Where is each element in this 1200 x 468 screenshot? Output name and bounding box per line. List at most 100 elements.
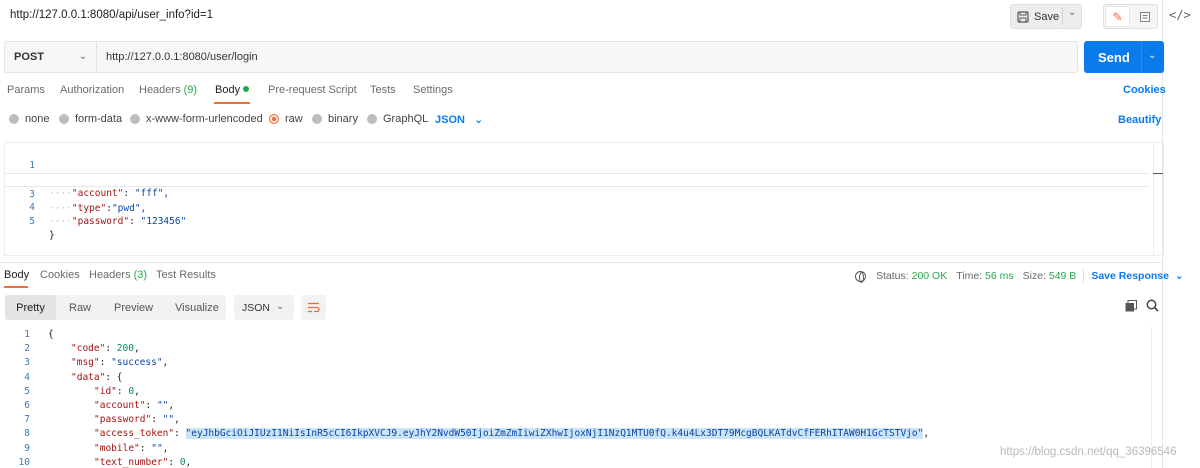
radio-label: raw <box>285 113 303 125</box>
editor-scrollbar[interactable] <box>1153 143 1163 257</box>
radio-circle-icon <box>9 114 19 124</box>
line-number: 8 <box>24 428 30 440</box>
line-number: 4 <box>24 371 30 383</box>
cookies-link[interactable]: Cookies <box>1123 84 1166 96</box>
chevron-down-icon: ⌄ <box>276 301 285 312</box>
json-value: "eyJhbGciOiJIUzI1NiIsInR5cCI6IkpXVCJ9.ey… <box>185 428 924 440</box>
copy-icon[interactable] <box>1125 300 1137 312</box>
code-text: "account": "", <box>94 400 175 411</box>
url-value: http://127.0.0.1:8080/user/login <box>106 51 258 63</box>
size-value[interactable]: 549 B <box>1049 270 1076 282</box>
code-line: 3 "msg": "success", <box>0 356 1145 370</box>
time-label: Time: <box>956 270 983 282</box>
send-divider <box>1141 41 1142 73</box>
url-input[interactable]: http://127.0.0.1:8080/user/login <box>96 41 1078 73</box>
response-status-bar: Status: 200 OK Time: 56 ms Size: 549 B S… <box>855 269 1184 283</box>
chevron-down-icon: ⌄ <box>474 114 484 126</box>
body-type-selector: none form-data x-www-form-urlencoded raw… <box>0 113 1162 129</box>
pencil-icon[interactable]: ✎ <box>1105 6 1130 27</box>
code-text: "id": 0, <box>94 385 140 397</box>
send-options-chevron-icon[interactable]: ⌄ <box>1148 50 1156 61</box>
response-format-select[interactable]: JSON ⌄ <box>234 295 294 320</box>
view-preview[interactable]: Preview <box>114 295 153 320</box>
scrollbar-marker <box>1153 173 1163 174</box>
radio-label: binary <box>328 113 358 125</box>
active-tab-underline <box>214 102 250 104</box>
request-body-editor[interactable]: 1 { 2 ····"account": "fff", 3 ····"type"… <box>4 142 1164 257</box>
code-text: "password": "", <box>94 414 180 426</box>
code-text: "data": { <box>71 371 123 383</box>
save-divider <box>1062 8 1063 25</box>
line-number: 3 <box>24 357 30 369</box>
radio-selected-icon <box>269 114 279 124</box>
radio-none[interactable]: none <box>9 113 49 125</box>
response-format-value: JSON <box>242 301 271 314</box>
code-text: "text_number": 0, <box>94 456 192 468</box>
beautify-link[interactable]: Beautify <box>1118 114 1161 126</box>
json-punctuation: , <box>168 400 175 411</box>
view-raw[interactable]: Raw <box>69 295 91 320</box>
json-punctuation: , <box>162 442 169 454</box>
radio-x-www-form-urlencoded[interactable]: x-www-form-urlencoded <box>130 113 263 125</box>
radio-binary[interactable]: binary <box>312 113 358 125</box>
method-value: POST <box>14 51 44 63</box>
search-icon[interactable] <box>1146 299 1159 312</box>
radio-label: x-www-form-urlencoded <box>146 113 263 125</box>
tab-params[interactable]: Params <box>7 84 45 96</box>
response-tab-headers[interactable]: Headers (3) <box>89 269 147 281</box>
json-value: 200 <box>116 343 134 355</box>
title-bar: http://127.0.0.1:8080/api/user_info?id=1… <box>0 0 1200 34</box>
tab-body-label: Body <box>215 84 241 96</box>
view-visualize[interactable]: Visualize <box>175 295 219 320</box>
save-button[interactable]: Save ⌄ <box>1010 4 1082 29</box>
radio-label: none <box>25 113 50 125</box>
tab-settings[interactable]: Settings <box>413 84 453 96</box>
response-divider[interactable] <box>0 262 1162 263</box>
status-value[interactable]: 200 OK <box>912 270 948 282</box>
chevron-down-icon[interactable]: ⌄ <box>1175 270 1184 282</box>
view-pretty[interactable]: Pretty <box>5 295 56 320</box>
method-select[interactable]: POST ⌄ <box>4 41 97 73</box>
code-line: 2 "code": 200, <box>0 342 1145 356</box>
line-number: 1 <box>24 329 30 340</box>
response-tab-cookies[interactable]: Cookies <box>40 269 80 281</box>
tab-headers[interactable]: Headers (9) <box>139 84 197 96</box>
tab-body[interactable]: Body <box>215 84 250 96</box>
tab-tests[interactable]: Tests <box>370 84 396 96</box>
send-button[interactable]: Send ⌄ <box>1084 41 1164 73</box>
line-number: 10 <box>18 456 30 468</box>
radio-graphql[interactable]: GraphQL <box>367 113 428 125</box>
response-tab-test-results[interactable]: Test Results <box>156 269 216 281</box>
request-tab-title[interactable]: http://127.0.0.1:8080/api/user_info?id=1 <box>10 9 213 21</box>
save-icon <box>1017 10 1029 23</box>
tab-authorization[interactable]: Authorization <box>60 84 124 96</box>
line-number: 7 <box>24 414 30 426</box>
radio-raw[interactable]: raw <box>269 113 303 125</box>
response-tab-body[interactable]: Body <box>4 269 29 281</box>
status-divider <box>1083 269 1085 283</box>
radio-circle-icon <box>367 114 377 124</box>
code-snippet-icon[interactable]: </> <box>1169 8 1191 22</box>
tab-headers-label: Headers <box>139 84 181 96</box>
save-response-button[interactable]: Save Response <box>1091 270 1169 282</box>
save-options-chevron-icon[interactable]: ⌄ <box>1068 7 1076 18</box>
radio-form-data[interactable]: form-data <box>59 113 122 125</box>
line-number: 6 <box>24 400 30 411</box>
code-line: 10 "text_number": 0, <box>0 456 1145 468</box>
raw-format-select[interactable]: JSON ⌄ <box>435 113 483 126</box>
json-punctuation: { <box>48 329 54 340</box>
documentation-icon[interactable] <box>1134 7 1156 27</box>
code-text: "code": 200, <box>71 343 140 355</box>
status-label: Status: <box>876 270 909 282</box>
json-key: "password" <box>71 216 130 227</box>
tab-pre-request-script[interactable]: Pre-request Script <box>268 84 357 96</box>
wrap-lines-icon[interactable] <box>301 295 326 320</box>
json-key: "text_number" <box>94 456 169 468</box>
globe-icon[interactable] <box>855 270 866 283</box>
response-view-switcher: Pretty Raw Preview Visualize <box>5 295 226 320</box>
send-label: Send <box>1098 49 1130 65</box>
response-body-viewer[interactable]: 1 {2 "code": 200, 3 "msg": "success", 4 "data"… <box>0 327 1162 468</box>
json-value: "" <box>151 442 163 454</box>
json-value: "123456" <box>140 216 187 227</box>
time-value[interactable]: 56 ms <box>985 270 1014 282</box>
